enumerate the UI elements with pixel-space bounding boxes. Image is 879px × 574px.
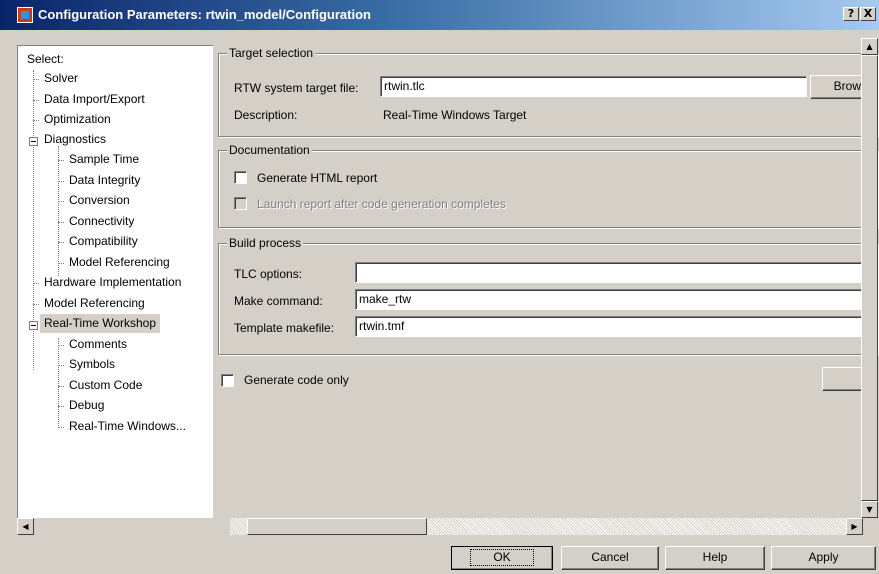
tree-item-solver[interactable]: Solver bbox=[33, 69, 80, 88]
cancel-button[interactable]: Cancel bbox=[561, 546, 659, 570]
description-label: Description: bbox=[234, 108, 298, 122]
scroll-right-icon[interactable]: ▶ bbox=[846, 518, 863, 535]
launch-report-label: Launch report after code generation comp… bbox=[257, 197, 506, 211]
tree-item-debug[interactable]: Debug bbox=[58, 396, 106, 415]
help-title-button[interactable]: ? bbox=[843, 7, 859, 21]
scroll-down-icon[interactable]: ▼ bbox=[861, 501, 878, 518]
launch-report-checkbox bbox=[234, 197, 247, 210]
app-icon bbox=[17, 7, 33, 23]
tree-item-real-time-workshop[interactable]: Real-Time Workshop bbox=[36, 314, 161, 333]
scroll-left-icon[interactable]: ◀ bbox=[17, 518, 34, 535]
window-title: Configuration Parameters: rtwin_model/Co… bbox=[38, 7, 371, 22]
apply-button[interactable]: Apply bbox=[771, 546, 876, 570]
horizontal-scroll-thumb[interactable] bbox=[247, 518, 427, 535]
horizontal-scrollbar[interactable]: ◀ ▶ bbox=[17, 518, 863, 535]
help-button[interactable]: Help bbox=[665, 546, 765, 570]
documentation-group: Documentation bbox=[218, 142, 878, 228]
make-command-label: Make command: bbox=[234, 294, 323, 308]
tree-item-symbols[interactable]: Symbols bbox=[58, 355, 117, 374]
ok-button[interactable]: OK bbox=[451, 546, 553, 570]
vertical-scrollbar[interactable]: ▲ ▼ bbox=[861, 38, 878, 518]
close-button[interactable]: X bbox=[860, 7, 876, 21]
tree-item-model-referencing-diag[interactable]: Model Referencing bbox=[58, 253, 172, 272]
target-file-label: RTW system target file: bbox=[234, 81, 359, 95]
tree-item-hardware-implementation[interactable]: Hardware Implementation bbox=[33, 273, 183, 292]
generate-html-label[interactable]: Generate HTML report bbox=[257, 170, 377, 186]
category-tree[interactable]: Select: Solver Data Import/Export Optimi… bbox=[17, 45, 213, 518]
title-bar[interactable]: Configuration Parameters: rtwin_model/Co… bbox=[0, 0, 879, 30]
tree-item-data-import-export[interactable]: Data Import/Export bbox=[33, 90, 147, 109]
tree-item-real-time-windows[interactable]: Real-Time Windows... bbox=[58, 417, 188, 436]
horizontal-scroll-track[interactable] bbox=[230, 518, 860, 535]
tlc-options-label: TLC options: bbox=[234, 267, 303, 281]
template-makefile-label: Template makefile: bbox=[234, 321, 335, 335]
tree-connector bbox=[58, 146, 59, 276]
tree-item-data-integrity[interactable]: Data Integrity bbox=[58, 171, 142, 190]
tree-header: Select: bbox=[27, 52, 64, 66]
target-file-input[interactable]: rtwin.tlc bbox=[380, 76, 807, 97]
build-process-title: Build process bbox=[227, 235, 304, 251]
generate-code-only-checkbox[interactable] bbox=[221, 374, 234, 387]
tree-item-custom-code[interactable]: Custom Code bbox=[58, 376, 144, 395]
make-command-input[interactable]: make_rtw bbox=[355, 289, 865, 310]
template-makefile-input[interactable]: rtwin.tmf bbox=[355, 316, 865, 337]
tree-item-model-referencing[interactable]: Model Referencing bbox=[33, 294, 147, 313]
tree-item-diagnostics[interactable]: Diagnostics bbox=[36, 130, 108, 149]
generate-html-checkbox[interactable] bbox=[234, 171, 247, 184]
tree-item-connectivity[interactable]: Connectivity bbox=[58, 212, 136, 231]
vertical-scroll-thumb[interactable] bbox=[861, 55, 878, 501]
documentation-title: Documentation bbox=[227, 142, 312, 158]
description-value: Real-Time Windows Target bbox=[383, 108, 527, 122]
tree-item-conversion[interactable]: Conversion bbox=[58, 191, 132, 210]
tlc-options-input[interactable] bbox=[355, 262, 865, 283]
ok-button-label: OK bbox=[470, 549, 534, 566]
tree-item-optimization[interactable]: Optimization bbox=[33, 110, 113, 129]
generate-code-only-label[interactable]: Generate code only bbox=[244, 372, 349, 388]
tree-item-comments[interactable]: Comments bbox=[58, 335, 129, 354]
scroll-up-icon[interactable]: ▲ bbox=[861, 38, 878, 55]
tree-connector bbox=[58, 338, 59, 426]
target-selection-title: Target selection bbox=[227, 45, 316, 61]
tree-item-sample-time[interactable]: Sample Time bbox=[58, 150, 141, 169]
tree-item-compatibility[interactable]: Compatibility bbox=[58, 232, 140, 251]
